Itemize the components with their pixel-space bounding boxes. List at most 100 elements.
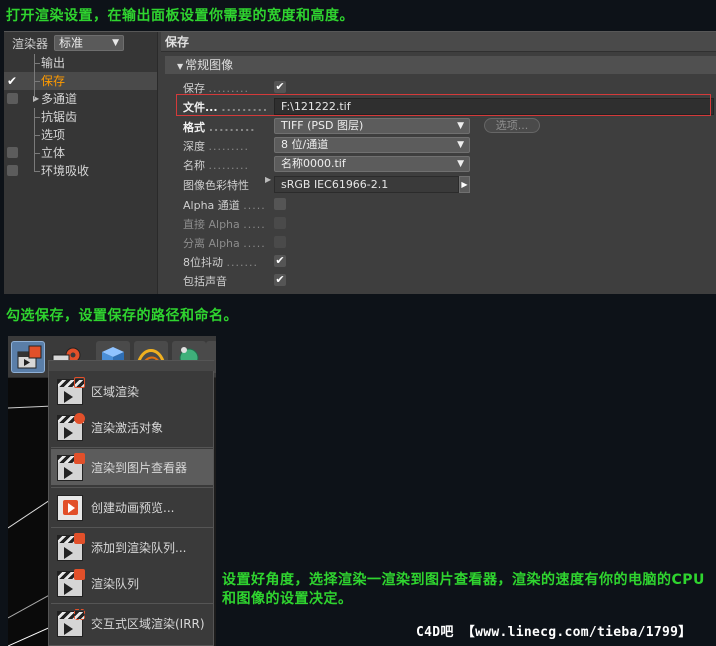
render-settings-panel: 渲染器 标准 ▼ 输出 ✔ 保存 ▶ 多通道 抗锯齿 选项 立体 环境吸收 保存… [4,31,716,294]
name-value: 名称0000.tif [281,157,346,170]
chevron-down-icon: ▼ [457,121,464,131]
checkbox-unchecked[interactable] [7,93,18,104]
render-view-button[interactable] [11,341,45,373]
chevron-down-icon: ▼ [112,38,120,48]
name-select[interactable]: 名称0000.tif ▼ [274,156,470,172]
tree-item-ambient-occlusion[interactable]: 环境吸收 [4,162,157,180]
add-to-render-queue-icon [57,533,85,561]
depth-value: 8 位/通道 [281,138,329,151]
prop-label: 名称 [183,159,205,172]
render-to-picture-viewer-icon [57,453,85,481]
pane-title: 保存 [161,32,716,52]
depth-select[interactable]: 8 位/通道 ▼ [274,137,470,153]
tree-item-label: 抗锯齿 [41,110,78,124]
menu-item-label: 渲染激活对象 [91,421,164,435]
expand-arrow-icon[interactable]: ▶ [265,175,271,184]
tree-item-label: 多通道 [41,92,78,106]
renderer-value: 标准 [59,36,84,50]
menu-item-add-to-render-queue[interactable]: 添加到渲染队列... [51,529,213,565]
chevron-down-icon: ▼ [457,159,464,169]
prop-separate-alpha: 分离 Alpha ..... [181,233,711,251]
save-settings-pane: 保存 ▼ 常规图像 保存 ......... ✔ 文件... ......... … [161,32,716,294]
color-profile-menu-button[interactable]: ▶ [459,176,470,193]
separate-alpha-checkbox[interactable] [274,236,286,248]
prop-label: 8位抖动 [183,256,223,269]
menu-item-label: 渲染到图片查看器 [91,461,188,475]
dither-checkbox[interactable]: ✔ [274,255,286,267]
alpha-checkbox[interactable] [274,198,286,210]
menu-item-interactive-render-region[interactable]: 交互式区域渲染(IRR) [51,605,213,641]
menu-separator [51,487,213,488]
tree-item-label: 环境吸收 [41,164,90,178]
tree-item-label: 保存 [41,74,66,88]
menu-item-render-active-objects[interactable]: 渲染激活对象 [51,409,213,445]
menu-item-make-preview[interactable]: 创建动画预览... [51,489,213,525]
prop-label: 包括声音 [183,275,227,288]
format-select[interactable]: TIFF (PSD 图层) ▼ [274,118,470,134]
menu-item-render-queue[interactable]: 渲染队列 [51,565,213,601]
viewport[interactable] [8,378,54,646]
checkbox-unchecked[interactable] [7,147,18,158]
tree-item-save[interactable]: ✔ 保存 [4,72,157,90]
render-dropdown-menu: 区域渲染 渲染激活对象 渲染到图片查看器 创建动画预览... 添加到渲染队列..… [48,360,215,646]
make-preview-icon [57,495,83,521]
prop-label: Alpha 通道 [183,199,240,212]
prop-straight-alpha: 直接 Alpha ..... [181,214,711,232]
prop-label: 图像色彩特性 [183,179,249,192]
tree-item-multipass[interactable]: ▶ 多通道 [4,90,157,108]
renderer-row: 渲染器 标准 ▼ [4,32,157,54]
tree-item-label: 立体 [41,146,66,160]
render-active-objects-icon [57,413,85,441]
color-profile-field[interactable]: sRGB IEC61966-2.1 [274,176,459,193]
render-menu-area: 区域渲染 渲染激活对象 渲染到图片查看器 创建动画预览... 添加到渲染队列..… [8,336,216,646]
render-queue-icon [57,569,85,597]
menu-separator [51,447,213,448]
caption-step-3: 设置好角度，选择渲染一渲染到图片查看器，渲染的速度有你的电脑的CPU和图像的设置… [222,572,705,607]
save-checkbox[interactable]: ✔ [274,81,286,93]
menu-item-label: 渲染队列 [91,577,140,591]
tree-item-options[interactable]: 选项 [4,126,157,144]
menu-item-region-render[interactable]: 区域渲染 [51,373,213,409]
render-settings-sidebar: 渲染器 标准 ▼ 输出 ✔ 保存 ▶ 多通道 抗锯齿 选项 立体 环境吸收 [4,32,158,294]
prop-color-profile: 图像色彩特性 ▶ sRGB IEC61966-2.1 ▶ [181,175,711,193]
prop-format: 格式 ......... TIFF (PSD 图层) ▼ 选项... [181,117,711,135]
clapperboard-icon [17,345,42,369]
region-render-icon [57,377,85,405]
menu-separator [51,527,213,528]
watermark: C4D吧 【www.linecg.com/tieba/1799】 [416,625,692,640]
prop-label: 深度 [183,140,205,153]
prop-label: 直接 Alpha [183,218,240,231]
tree-item-output[interactable]: 输出 [4,54,157,72]
options-button[interactable]: 选项... [484,118,540,133]
prop-name: 名称 ......... 名称0000.tif ▼ [181,155,711,173]
menu-tearoff-grip[interactable] [49,361,215,371]
renderer-select[interactable]: 标准 ▼ [54,35,125,51]
checkmark-icon[interactable]: ✔ [7,72,17,90]
collapse-arrow-icon: ▼ [177,62,184,71]
caption-step-2: 勾选保存，设置保存的路径和命名。 [6,308,238,324]
chevron-down-icon: ▼ [457,140,464,150]
straight-alpha-checkbox[interactable] [274,217,286,229]
renderer-label: 渲染器 [12,36,49,51]
tree-item-label: 选项 [41,128,66,142]
menu-separator [51,603,213,604]
prop-label: 分离 Alpha [183,237,240,250]
caption-step-1: 打开渲染设置，在输出面板设置你需要的宽度和高度。 [6,8,354,24]
menu-item-render-to-picture-viewer[interactable]: 渲染到图片查看器 [51,449,213,485]
prop-label: 格式 [183,121,205,134]
viewport-lines [8,405,54,646]
format-value: TIFF (PSD 图层) [281,119,364,132]
menu-item-label: 添加到渲染队列... [91,541,187,555]
group-header-regular-image[interactable]: ▼ 常规图像 [165,56,716,74]
tree-item-antialiasing[interactable]: 抗锯齿 [4,108,157,126]
checkbox-unchecked[interactable] [7,165,18,176]
menu-item-label: 区域渲染 [91,385,140,399]
menu-item-label: 创建动画预览... [91,501,175,515]
file-highlight-box [176,94,711,116]
sound-checkbox[interactable]: ✔ [274,274,286,286]
interactive-render-region-icon [57,609,85,637]
tree-item-stereoscopic[interactable]: 立体 [4,144,157,162]
prop-depth: 深度 ......... 8 位/通道 ▼ [181,136,711,154]
menu-item-label: 交互式区域渲染(IRR) [91,617,205,631]
prop-include-sound: 包括声音 ✔ [181,271,711,289]
